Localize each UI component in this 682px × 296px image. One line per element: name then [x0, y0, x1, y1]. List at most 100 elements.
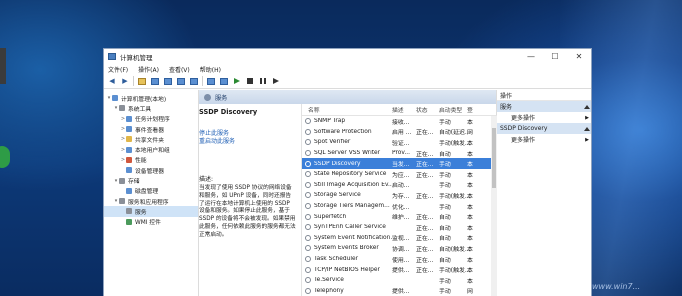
- floating-assistant-icon[interactable]: [0, 146, 10, 168]
- tree-item-label: 任务计划程序: [135, 117, 170, 124]
- tree-item[interactable]: ▾ 存储: [104, 175, 198, 185]
- tree-item[interactable]: > 本地用户和组: [104, 144, 198, 154]
- show-tree-icon[interactable]: [150, 77, 160, 86]
- clock-icon: [126, 115, 132, 122]
- service-row[interactable]: Te.Service 手动 本: [302, 275, 497, 286]
- service-startup-type: 手动: [439, 183, 451, 190]
- tree-item[interactable]: 设备管理器: [104, 165, 198, 175]
- maximize-button[interactable]: ☐: [543, 49, 567, 64]
- gear-icon: [305, 139, 311, 146]
- service-description: 监视...: [392, 236, 410, 243]
- services-header-label: 服务: [215, 94, 228, 102]
- apps-icon: [119, 198, 125, 205]
- service-startup-type: 手动: [439, 289, 451, 296]
- start-service-icon[interactable]: [232, 77, 242, 86]
- service-row[interactable]: Telephony 提供... 手动 网: [302, 286, 497, 296]
- menu-file[interactable]: 文件(F): [108, 65, 128, 74]
- service-row[interactable]: SynTPEnh Caller Service 正在... 自动 本: [302, 222, 497, 233]
- service-row[interactable]: Spot Verifier 验证... 手动(触发... 本: [302, 137, 497, 148]
- tree-item[interactable]: ▾ 服务和应用程序: [104, 196, 198, 206]
- service-description: 验证...: [392, 140, 410, 147]
- pause-service-icon[interactable]: [258, 77, 268, 86]
- service-row[interactable]: Software Protection 启用 ... 正在... 自动(延迟... 网: [302, 127, 497, 138]
- help-icon[interactable]: [206, 77, 216, 86]
- back-icon[interactable]: ◀: [107, 77, 117, 86]
- column-name[interactable]: 名称: [302, 105, 392, 114]
- refresh-icon[interactable]: [176, 77, 186, 86]
- menu-action[interactable]: 操作(A): [138, 65, 159, 74]
- console-icon[interactable]: [219, 77, 229, 86]
- service-row[interactable]: System Event Notification... 监视... 正在... 自动…: [302, 233, 497, 244]
- service-startup-type: 自动(触发...: [439, 246, 471, 253]
- service-logon: 本: [467, 172, 473, 179]
- forward-icon[interactable]: ▶: [120, 77, 130, 86]
- service-row[interactable]: SSDP Discovery 当发... 正在... 手动 本: [302, 158, 497, 169]
- tree-item-label: WMI 控件: [135, 220, 161, 227]
- submenu-arrow-icon: ▶: [585, 136, 589, 143]
- service-name: Storage Tiers Managem...: [314, 203, 390, 210]
- title-bar[interactable]: 计算机管理 — ☐ ✕: [104, 49, 591, 64]
- service-status: 正在...: [416, 257, 434, 264]
- disk-icon: [126, 187, 132, 194]
- up-folder-icon[interactable]: [137, 77, 147, 86]
- tree-item[interactable]: WMI 控件: [104, 217, 198, 227]
- menu-view[interactable]: 查看(V): [169, 65, 190, 74]
- tree-item[interactable]: 磁盘管理: [104, 186, 198, 196]
- tree-item[interactable]: > 共享文件夹: [104, 134, 198, 144]
- more-actions-label: 更多操作: [511, 115, 536, 122]
- column-logon[interactable]: 登: [467, 105, 479, 114]
- column-status[interactable]: 状态: [416, 105, 439, 114]
- service-name: SynTPEnh Caller Service: [314, 224, 386, 231]
- more-actions-item[interactable]: 更多操作 ▶: [497, 112, 591, 123]
- service-row[interactable]: SNMP Trap 接收... 手动 本: [302, 116, 497, 127]
- restart-service-icon[interactable]: [271, 77, 281, 86]
- toolbar: ◀ ▶: [104, 74, 591, 89]
- service-status: 正在...: [416, 236, 434, 243]
- service-logon: 本: [467, 268, 473, 275]
- service-row[interactable]: Storage Tiers Managem... 优化... 手动 本: [302, 201, 497, 212]
- service-logon: 本: [467, 204, 473, 211]
- export-list-icon[interactable]: [189, 77, 199, 86]
- service-row[interactable]: Superfetch 维护... 正在... 自动 本: [302, 211, 497, 222]
- column-description[interactable]: 描述: [392, 105, 416, 114]
- restart-service-link[interactable]: 重启动此服务: [199, 138, 301, 146]
- properties-icon[interactable]: [163, 77, 173, 86]
- tree-item[interactable]: ▾ 计算机管理(本地): [104, 93, 198, 103]
- menu-help[interactable]: 帮助(H): [200, 65, 221, 74]
- stop-service-link[interactable]: 停止此服务: [199, 130, 301, 138]
- stop-service-icon[interactable]: [245, 77, 255, 86]
- collapse-icon[interactable]: [584, 126, 590, 131]
- actions-header: 操作: [497, 90, 591, 101]
- tree-item-label: 本地用户和组: [135, 148, 170, 155]
- service-row[interactable]: State Repository Service 为应... 正在... 手动 本: [302, 169, 497, 180]
- tree-item[interactable]: > 性能: [104, 155, 198, 165]
- service-row[interactable]: TCP/IP NetBIOS Helper 提供... 正在... 手动(触发... 本: [302, 264, 497, 275]
- service-name-cell: SQL Server VSS Writer: [302, 150, 392, 157]
- scrollbar-thumb[interactable]: [492, 128, 496, 188]
- collapse-icon[interactable]: [584, 104, 590, 109]
- tree-item[interactable]: 服务: [104, 206, 198, 217]
- users-icon: [126, 146, 132, 153]
- column-startup-type[interactable]: 启动类型: [439, 105, 467, 114]
- more-actions-item[interactable]: 更多操作 ▶: [497, 134, 591, 145]
- service-row[interactable]: SQL Server VSS Writer Prov... 正在... 自动 本: [302, 148, 497, 159]
- actions-pane: 操作 服务 更多操作 ▶ SSDP Discovery 更多操作 ▶: [497, 90, 591, 296]
- actions-section-services[interactable]: 服务: [497, 101, 591, 112]
- service-description: 接收...: [392, 119, 410, 126]
- close-button[interactable]: ✕: [567, 49, 591, 64]
- tree-item[interactable]: > 任务计划程序: [104, 114, 198, 124]
- service-row[interactable]: Still Image Acquisition Ev... 启动... 手动 本: [302, 180, 497, 191]
- actions-section-ssdp[interactable]: SSDP Discovery: [497, 123, 591, 134]
- service-row[interactable]: System Events Broker 协调... 正在... 自动(触发... 本: [302, 243, 497, 254]
- service-status: 正在...: [416, 193, 434, 200]
- service-row[interactable]: Task Scheduler 使用... 正在... 自动 本: [302, 254, 497, 265]
- tree-item[interactable]: > 事件查看器: [104, 124, 198, 134]
- service-description: Prov...: [392, 150, 410, 157]
- vertical-scrollbar[interactable]: [491, 116, 497, 296]
- gear-icon: [305, 118, 311, 125]
- tree-item[interactable]: ▾ 系统工具: [104, 103, 198, 113]
- service-logon: 本: [467, 225, 473, 232]
- minimize-button[interactable]: —: [519, 49, 543, 64]
- service-row[interactable]: Storage Service 为存... 正在... 手动(触发... 本: [302, 190, 497, 201]
- service-name: System Events Broker: [314, 245, 379, 252]
